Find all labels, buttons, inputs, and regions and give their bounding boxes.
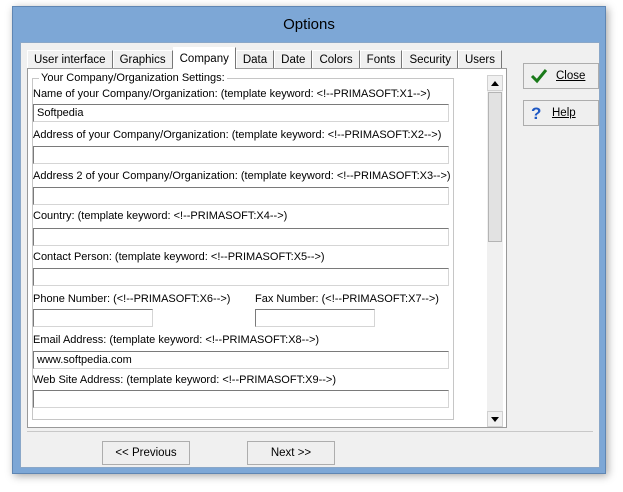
tab-security[interactable]: Security <box>402 50 458 69</box>
options-window: Options User interface Graphics Company … <box>12 6 606 474</box>
group-legend: Your Company/Organization Settings: <box>39 72 227 84</box>
previous-button[interactable]: << Previous <box>102 441 190 465</box>
tab-date[interactable]: Date <box>274 50 313 69</box>
window-titlebar[interactable]: Options <box>13 7 605 41</box>
tab-graphics[interactable]: Graphics <box>112 50 173 69</box>
tab-company[interactable]: Company <box>172 47 236 69</box>
email-address-label: Email Address: (template keyword: <!--PR… <box>33 334 320 346</box>
company-settings-group: Your Company/Organization Settings: Name… <box>32 72 454 420</box>
scroll-down-button[interactable] <box>487 411 503 427</box>
next-button[interactable]: Next >> <box>247 441 335 465</box>
tab-data[interactable]: Data <box>235 50 275 69</box>
window-title: Options <box>283 15 335 33</box>
tab-users[interactable]: Users <box>457 50 503 69</box>
fax-number-label: Fax Number: (<!--PRIMASOFT:X7-->) <box>255 293 439 305</box>
question-icon: ? <box>530 104 544 122</box>
company-address2-input[interactable] <box>33 187 449 205</box>
previous-button-label: << Previous <box>115 447 177 459</box>
next-button-label: Next >> <box>270 447 312 459</box>
help-button[interactable]: ? Help <box>523 100 599 126</box>
scrollbar-thumb[interactable] <box>488 92 502 242</box>
company-address-input[interactable] <box>33 146 449 164</box>
fax-number-input[interactable] <box>255 309 375 327</box>
arrow-up-icon <box>491 80 499 86</box>
vertical-scrollbar[interactable] <box>487 75 503 427</box>
country-input[interactable] <box>33 228 449 246</box>
close-button[interactable]: Close <box>523 63 599 89</box>
tab-colors[interactable]: Colors <box>312 50 360 69</box>
scroll-up-button[interactable] <box>487 75 503 91</box>
website-address-input[interactable] <box>33 390 449 408</box>
company-name-label: Name of your Company/Organization: (temp… <box>33 88 431 100</box>
website-address-label: Web Site Address: (template keyword: <!-… <box>33 374 337 386</box>
tab-user-interface[interactable]: User interface <box>27 50 113 69</box>
company-name-input[interactable] <box>33 104 449 122</box>
help-button-label: Help <box>552 107 576 119</box>
close-button-label: Close <box>556 70 586 82</box>
phone-number-input[interactable] <box>33 309 153 327</box>
footer-divider <box>27 431 593 432</box>
company-tab-panel: Your Company/Organization Settings: Name… <box>27 68 507 428</box>
contact-person-input[interactable] <box>33 268 449 286</box>
contact-person-label: Contact Person: (template keyword: <!--P… <box>33 251 325 263</box>
email-address-input[interactable] <box>33 351 449 369</box>
tab-fonts[interactable]: Fonts <box>359 50 403 69</box>
company-address2-label: Address 2 of your Company/Organization: … <box>33 170 451 182</box>
checkmark-icon <box>530 68 548 84</box>
tab-strip: User interface Graphics Company Data Dat… <box>27 47 503 69</box>
window-client-area: User interface Graphics Company Data Dat… <box>20 42 600 468</box>
phone-number-label: Phone Number: (<!--PRIMASOFT:X6-->) <box>33 293 231 305</box>
country-label: Country: (template keyword: <!--PRIMASOF… <box>33 210 288 222</box>
svg-text:?: ? <box>531 104 541 122</box>
arrow-down-icon <box>491 416 499 422</box>
company-address-label: Address of your Company/Organization: (t… <box>33 129 442 141</box>
